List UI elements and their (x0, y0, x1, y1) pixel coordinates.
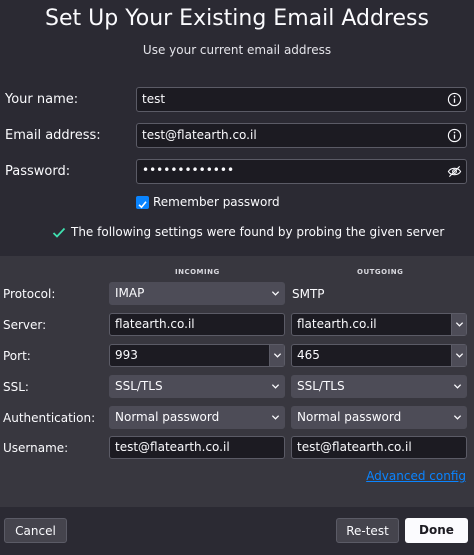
authentication-label: Authentication: (3, 411, 96, 425)
email-value: test@flatearth.co.il (142, 128, 257, 142)
incoming-protocol-value: IMAP (115, 286, 145, 300)
incoming-ssl-select[interactable]: SSL/TLS (109, 375, 285, 398)
name-label: Your name: (5, 92, 79, 107)
password-label: Password: (5, 164, 71, 179)
outgoing-username-value: test@flatearth.co.il (297, 440, 412, 454)
outgoing-server-value: flatearth.co.il (297, 317, 377, 331)
password-value: ••••••••••••• (142, 163, 235, 177)
incoming-port-dropdown-button[interactable] (269, 345, 284, 366)
incoming-server-input[interactable]: flatearth.co.il (109, 313, 285, 336)
incoming-username-input[interactable]: test@flatearth.co.il (109, 436, 285, 459)
outgoing-ssl-select[interactable]: SSL/TLS (291, 375, 467, 398)
protocol-label: Protocol: (3, 287, 56, 301)
page-subtitle: Use your current email address (142, 43, 332, 57)
done-button[interactable]: Done (405, 518, 468, 543)
chevron-down-icon (453, 384, 462, 389)
username-label: Username: (3, 441, 69, 455)
checkbox-box[interactable] (136, 196, 149, 209)
outgoing-port-value: 465 (297, 348, 320, 362)
outgoing-auth-select[interactable]: Normal password (291, 406, 467, 429)
cancel-button[interactable]: Cancel (4, 518, 67, 543)
outgoing-port-combobox[interactable]: 465 (291, 344, 467, 367)
email-label: Email address: (5, 128, 101, 143)
outgoing-port-dropdown-button[interactable] (451, 345, 466, 366)
incoming-ssl-value: SSL/TLS (115, 379, 163, 393)
port-label: Port: (3, 349, 31, 363)
outgoing-username-input[interactable]: test@flatearth.co.il (291, 436, 467, 459)
name-value: test (142, 92, 166, 106)
outgoing-auth-value: Normal password (297, 410, 402, 424)
email-field[interactable]: test@flatearth.co.il (136, 123, 467, 148)
incoming-auth-select[interactable]: Normal password (109, 406, 285, 429)
retest-button[interactable]: Re-test (336, 518, 399, 543)
remember-password-label: Remember password (153, 195, 280, 209)
chevron-down-icon (455, 322, 464, 327)
advanced-config-link[interactable]: Advanced config (366, 469, 466, 483)
outgoing-protocol-value: SMTP (292, 287, 325, 301)
incoming-port-combobox[interactable]: 993 (109, 344, 285, 367)
password-field[interactable]: ••••••••••••• (136, 159, 467, 184)
server-label: Server: (3, 318, 47, 332)
checkmark-icon (138, 201, 147, 209)
outgoing-header: OUTGOING (357, 268, 404, 276)
info-icon[interactable] (447, 92, 462, 107)
chevron-down-icon (271, 384, 280, 389)
page-title: Set Up Your Existing Email Address (45, 6, 429, 31)
chevron-down-icon (453, 415, 462, 420)
chevron-down-icon (271, 291, 280, 296)
outgoing-server-dropdown-button[interactable] (451, 314, 466, 335)
info-icon[interactable] (447, 128, 462, 143)
incoming-header: INCOMING (175, 268, 220, 276)
chevron-down-icon (455, 353, 464, 358)
eye-hidden-icon[interactable] (447, 164, 462, 179)
incoming-server-value: flatearth.co.il (115, 317, 195, 331)
chevron-down-icon (271, 415, 280, 420)
incoming-protocol-select[interactable]: IMAP (109, 282, 285, 305)
incoming-port-value: 993 (115, 348, 138, 362)
chevron-down-icon (273, 353, 282, 358)
incoming-auth-value: Normal password (115, 410, 220, 424)
success-check-icon (52, 227, 66, 238)
outgoing-ssl-value: SSL/TLS (297, 379, 345, 393)
incoming-username-value: test@flatearth.co.il (115, 440, 230, 454)
outgoing-server-combobox[interactable]: flatearth.co.il (291, 313, 467, 336)
name-field[interactable]: test (136, 87, 467, 112)
ssl-label: SSL: (3, 380, 29, 394)
probe-status-text: The following settings were found by pro… (71, 225, 445, 239)
